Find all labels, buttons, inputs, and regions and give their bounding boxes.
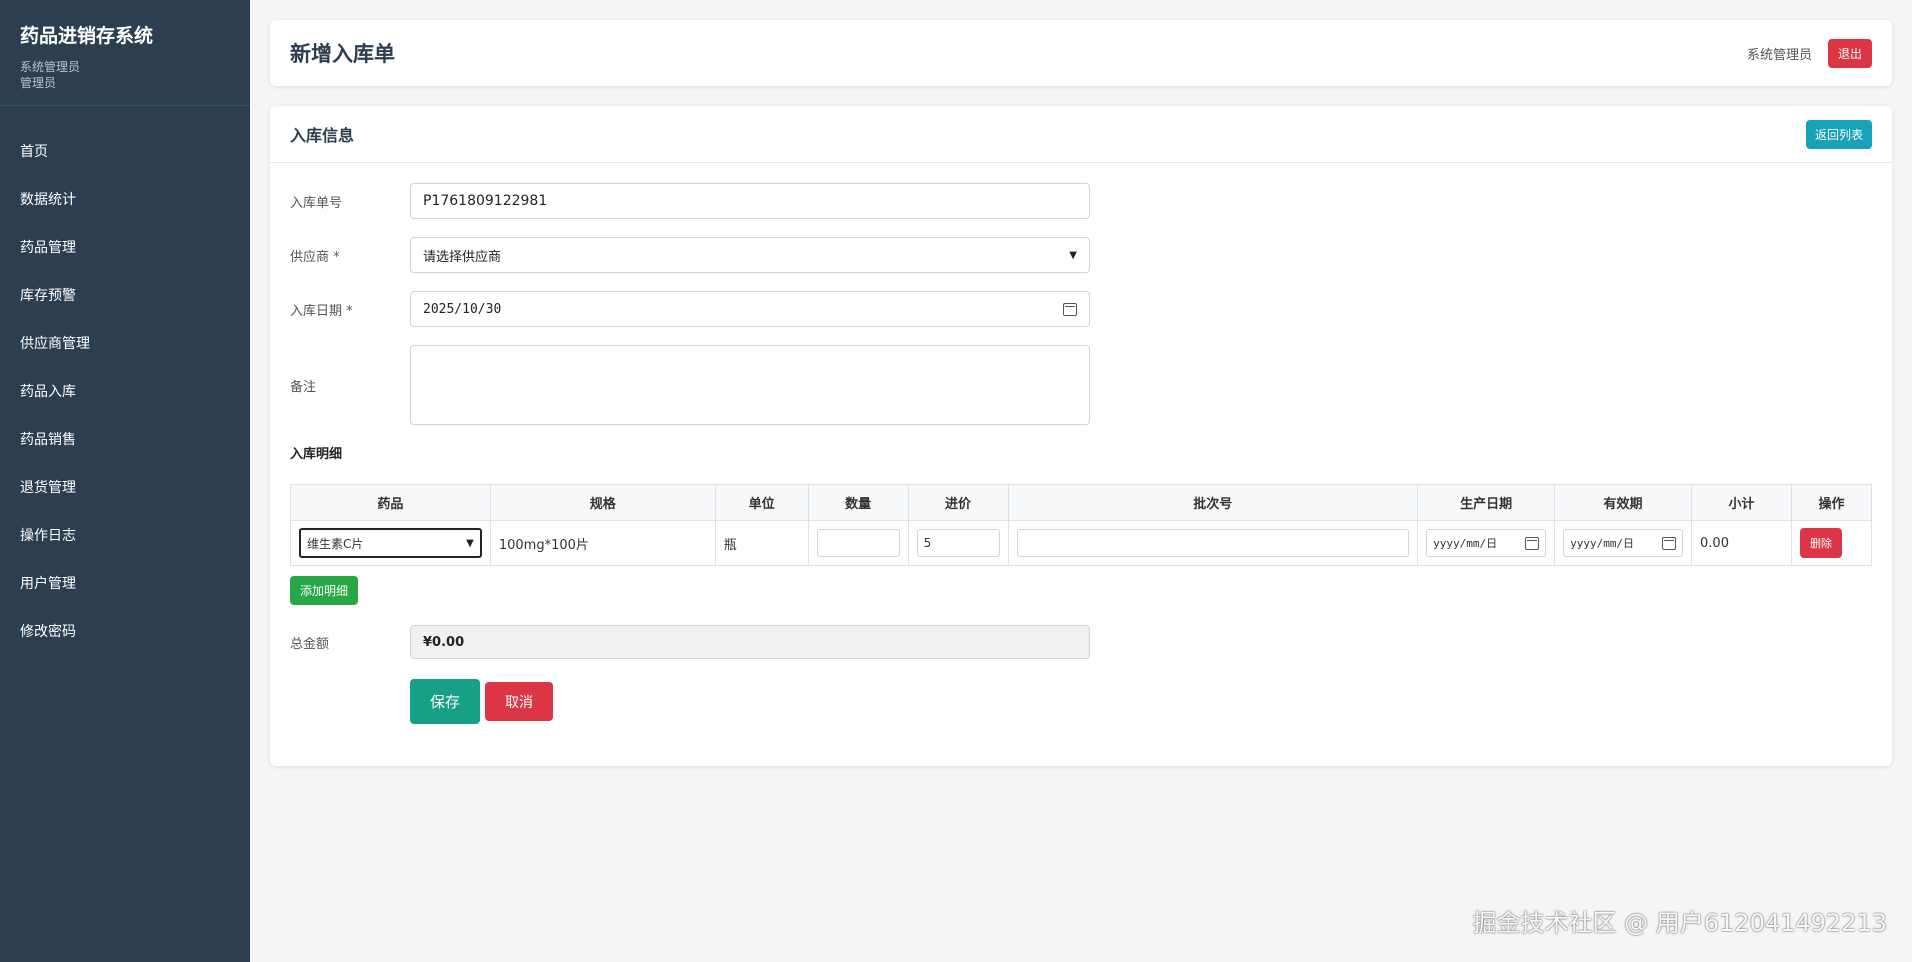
col-subtotal: 小计: [1691, 484, 1792, 521]
back-to-list-button[interactable]: 返回列表: [1805, 119, 1872, 149]
sidebar-item-statistics[interactable]: 数据统计: [0, 176, 250, 224]
watermark: 掘金技术社区 @ 用户612041492213: [1472, 909, 1888, 937]
drug-select[interactable]: 维生素C片 ▼: [299, 528, 482, 558]
actions-row: 保存 取消: [290, 679, 1872, 724]
sidebar-item-returns[interactable]: 退货管理: [0, 464, 250, 512]
col-drug: 药品: [290, 484, 491, 521]
remark-textarea[interactable]: [410, 345, 1090, 425]
col-quantity: 数量: [807, 484, 909, 521]
cancel-button[interactable]: 取消: [485, 682, 554, 721]
date-label: 入库日期 *: [290, 303, 353, 319]
sidebar-item-stock-alert[interactable]: 库存预警: [0, 272, 250, 320]
sidebar-item-users[interactable]: 用户管理: [0, 560, 250, 608]
brand-title: 药品进销存系统: [20, 25, 154, 47]
sidebar-item-sales[interactable]: 药品销售: [0, 416, 250, 464]
expiry-date-placeholder: yyyy/mm/日: [1570, 537, 1635, 550]
total-row: 总金额 ¥0.00: [290, 625, 1872, 659]
sidebar-item-suppliers[interactable]: 供应商管理: [0, 320, 250, 368]
order-no-field[interactable]: P1761809122981: [410, 183, 1090, 219]
col-batch: 批次号: [1007, 484, 1419, 521]
supplier-label: 供应商 *: [290, 249, 340, 265]
sidebar-item-drugs[interactable]: 药品管理: [0, 224, 250, 272]
card-body: 入库单号 P1761809122981 供应商 * 请选择供应商 ▼ 入库日期 …: [270, 163, 1892, 762]
sidebar-item-logs[interactable]: 操作日志: [0, 512, 250, 560]
add-detail-button[interactable]: 添加明细: [290, 576, 359, 605]
chevron-down-icon: ▼: [466, 537, 474, 549]
col-action: 操作: [1790, 484, 1873, 521]
user-area: 系统管理员 退出: [1746, 38, 1872, 68]
brand: 药品进销存系统 系统管理员 管理员: [0, 0, 250, 106]
role-line-2: 管理员: [20, 76, 57, 90]
sidebar-item-password[interactable]: 修改密码: [0, 608, 250, 656]
quantity-input[interactable]: [816, 529, 900, 557]
date-value: 2025/10/30: [423, 301, 502, 317]
col-unit: 单位: [714, 484, 809, 521]
supplier-selected: 请选择供应商: [423, 249, 502, 265]
cell-subtotal: 0.00: [1691, 520, 1792, 566]
sidebar: 药品进销存系统 系统管理员 管理员 首页 数据统计 药品管理 库存预警 供应商管…: [0, 0, 250, 962]
supplier-row: 供应商 * 请选择供应商 ▼: [290, 237, 1872, 273]
table-header-row: 药品 规格 单位 数量 进价 批次号 生产日期 有效期 小计 操作: [290, 484, 1873, 521]
cell-price: 5: [907, 520, 1009, 566]
cell-quantity: [807, 520, 909, 566]
stock-in-card: 入库信息 返回列表 入库单号 P1761809122981 供应商 * 请选择供…: [270, 106, 1892, 766]
total-label: 总金额: [290, 636, 330, 652]
batch-input[interactable]: [1016, 529, 1410, 557]
cell-batch: [1007, 520, 1419, 566]
calendar-icon[interactable]: [1525, 536, 1540, 550]
production-date-placeholder: yyyy/mm/日: [1433, 537, 1498, 550]
sidebar-nav: 首页 数据统计 药品管理 库存预警 供应商管理 药品入库 药品销售 退货管理 操…: [0, 128, 250, 656]
delete-row-button[interactable]: 删除: [1799, 528, 1842, 558]
production-date-input[interactable]: yyyy/mm/日: [1426, 529, 1547, 557]
supplier-select[interactable]: 请选择供应商 ▼: [410, 237, 1090, 273]
col-expiry-date: 有效期: [1554, 484, 1693, 521]
cell-production-date: yyyy/mm/日: [1417, 520, 1556, 566]
sidebar-item-stock-in[interactable]: 药品入库: [0, 368, 250, 416]
col-production-date: 生产日期: [1417, 484, 1556, 521]
order-no-row: 入库单号 P1761809122981: [290, 183, 1872, 219]
calendar-icon[interactable]: [1063, 302, 1077, 316]
card-title: 入库信息: [290, 126, 355, 145]
remark-row: 备注: [290, 345, 1872, 425]
cell-action: 删除: [1790, 520, 1873, 566]
save-button[interactable]: 保存: [410, 679, 481, 724]
col-price: 进价: [907, 484, 1009, 521]
logout-button[interactable]: 退出: [1827, 38, 1872, 68]
cell-expiry-date: yyyy/mm/日: [1554, 520, 1693, 566]
user-role: 系统管理员 管理员: [20, 59, 230, 91]
cell-unit: 瓶: [714, 520, 809, 566]
role-line-1: 系统管理员: [20, 60, 81, 74]
total-amount: ¥0.00: [410, 625, 1090, 659]
details-title: 入库明细: [290, 447, 343, 462]
order-no-label: 入库单号: [290, 195, 343, 211]
price-input[interactable]: 5: [916, 529, 1000, 557]
top-bar: 新增入库单 系统管理员 退出: [270, 20, 1892, 86]
card-header: 入库信息 返回列表: [270, 106, 1892, 163]
page-title: 新增入库单: [290, 42, 395, 66]
remark-label: 备注: [290, 379, 317, 395]
current-user: 系统管理员: [1746, 47, 1812, 63]
col-spec: 规格: [489, 484, 716, 521]
main-content: 新增入库单 系统管理员 退出 入库信息 返回列表 入库单号 P176180912…: [270, 20, 1892, 766]
details-table: 药品 规格 单位 数量 进价 批次号 生产日期 有效期 小计 操作 维生素C片 …: [290, 484, 1873, 566]
date-row: 入库日期 * 2025/10/30: [290, 291, 1872, 327]
cell-drug: 维生素C片 ▼: [290, 520, 491, 566]
cell-spec: 100mg*100片: [489, 520, 716, 566]
table-row: 维生素C片 ▼ 100mg*100片 瓶 5 yyyy/mm/日 yyyy/mm…: [290, 520, 1873, 566]
calendar-icon[interactable]: [1662, 536, 1677, 550]
date-input[interactable]: 2025/10/30: [410, 291, 1090, 327]
sidebar-item-home[interactable]: 首页: [0, 128, 250, 176]
expiry-date-input[interactable]: yyyy/mm/日: [1563, 529, 1684, 557]
drug-selected: 维生素C片: [307, 536, 364, 551]
chevron-down-icon: ▼: [1069, 249, 1077, 261]
